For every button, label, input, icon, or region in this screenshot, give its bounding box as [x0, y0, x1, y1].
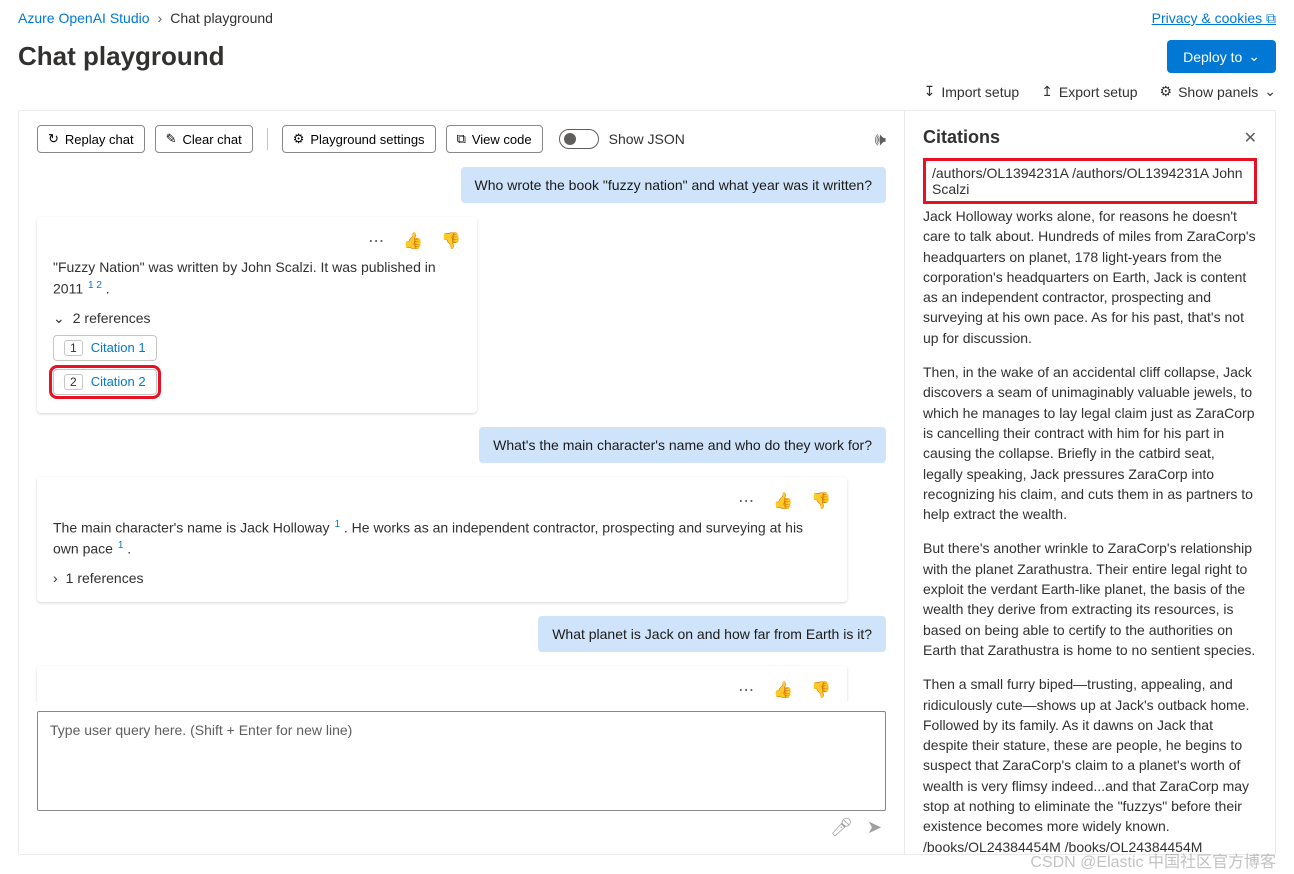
toolbar-separator — [267, 128, 268, 150]
external-link-icon: ⧉ — [1266, 10, 1276, 26]
privacy-link[interactable]: Privacy & cookies ⧉ — [1152, 10, 1276, 26]
thumbs-down-icon[interactable]: 👎 — [441, 231, 461, 251]
assistant-message: ⋯ 👍 👎 "Fuzzy Nation" was written by John… — [37, 217, 477, 413]
speaker-icon[interactable]: 🕪 — [875, 129, 886, 150]
citation-source-title: /authors/OL1394231A /authors/OL1394231A … — [923, 158, 1257, 204]
references-toggle[interactable]: › 1 references — [53, 570, 831, 586]
citation-ref[interactable]: 1 2 — [88, 280, 102, 291]
answer-text: The main character's name is Jack Hollow… — [53, 519, 333, 535]
view-code-button[interactable]: ⧉View code — [446, 125, 543, 153]
gear-icon: ⚙ — [293, 131, 305, 147]
chat-input[interactable]: Type user query here. (Shift + Enter for… — [37, 711, 886, 811]
assistant-message: ⋯ 👍 👎 The main character's name is Jack … — [37, 477, 847, 602]
chevron-right-icon: › — [158, 10, 163, 26]
thumbs-down-icon[interactable]: 👎 — [811, 680, 831, 700]
chevron-down-icon: ⌄ — [1264, 83, 1276, 100]
user-message: What planet is Jack on and how far from … — [538, 616, 886, 652]
chevron-down-icon: ⌄ — [1248, 48, 1260, 65]
deploy-button[interactable]: Deploy to ⌄ — [1167, 40, 1276, 73]
answer-text: "Fuzzy Nation" was written by John Scalz… — [53, 259, 436, 297]
show-json-toggle[interactable] — [559, 129, 599, 149]
user-message: Who wrote the book "fuzzy nation" and wh… — [461, 167, 886, 203]
citations-heading: Citations — [923, 127, 1000, 148]
chevron-right-icon: › — [53, 570, 58, 586]
thumbs-down-icon[interactable]: 👎 — [811, 491, 831, 511]
references-toggle[interactable]: ⌄ 2 references — [53, 310, 461, 327]
gear-icon: ⚙ — [1160, 83, 1173, 100]
breadcrumb-current: Chat playground — [170, 10, 273, 26]
playground-settings-button[interactable]: ⚙Playground settings — [282, 125, 436, 153]
chat-toolbar: ↻Replay chat ✎Clear chat ⚙Playground set… — [19, 111, 904, 167]
close-icon[interactable]: ✕ — [1244, 128, 1257, 148]
breadcrumb: Azure OpenAI Studio › Chat playground — [18, 10, 1276, 26]
show-panels-button[interactable]: ⚙ Show panels ⌄ — [1160, 83, 1276, 100]
export-icon: ↥ — [1041, 83, 1053, 100]
import-icon: ↧ — [924, 83, 936, 100]
more-icon[interactable]: ⋯ — [368, 231, 385, 251]
clear-chat-button[interactable]: ✎Clear chat — [155, 125, 253, 153]
assistant-message: ⋯ 👍 👎 Jack Holloway is prospecting and s… — [37, 666, 847, 701]
user-message: What's the main character's name and who… — [479, 427, 886, 463]
citation-paragraph: Jack Holloway works alone, for reasons h… — [923, 206, 1257, 348]
more-icon[interactable]: ⋯ — [738, 491, 755, 511]
thumbs-up-icon[interactable]: 👍 — [773, 491, 793, 511]
chevron-down-icon: ⌄ — [53, 310, 65, 327]
import-setup-button[interactable]: ↧ Import setup — [924, 83, 1020, 100]
send-icon[interactable]: ➤ — [867, 817, 882, 838]
replay-chat-button[interactable]: ↻Replay chat — [37, 125, 145, 153]
thumbs-up-icon[interactable]: 👍 — [403, 231, 423, 251]
broom-icon: ✎ — [166, 131, 177, 147]
citation-paragraph: But there's another wrinkle to ZaraCorp'… — [923, 538, 1257, 660]
replay-icon: ↻ — [48, 131, 59, 147]
citations-panel: Citations ✕ /authors/OL1394231A /authors… — [905, 111, 1275, 854]
thumbs-up-icon[interactable]: 👍 — [773, 680, 793, 700]
citation-2-link[interactable]: 2 Citation 2 — [53, 369, 157, 395]
more-icon[interactable]: ⋯ — [738, 680, 755, 700]
citation-paragraph: Then a small furry biped—trusting, appea… — [923, 674, 1257, 854]
microphone-icon[interactable]: 🎤︎ — [830, 817, 853, 838]
code-icon: ⧉ — [457, 131, 466, 147]
show-json-label: Show JSON — [609, 131, 685, 147]
citation-1-link[interactable]: 1 Citation 1 — [53, 335, 157, 361]
conversation-area: Who wrote the book "fuzzy nation" and wh… — [19, 167, 904, 701]
breadcrumb-home[interactable]: Azure OpenAI Studio — [18, 10, 150, 26]
page-title: Chat playground — [18, 41, 225, 72]
citation-paragraph: Then, in the wake of an accidental cliff… — [923, 362, 1257, 524]
export-setup-button[interactable]: ↥ Export setup — [1041, 83, 1137, 100]
